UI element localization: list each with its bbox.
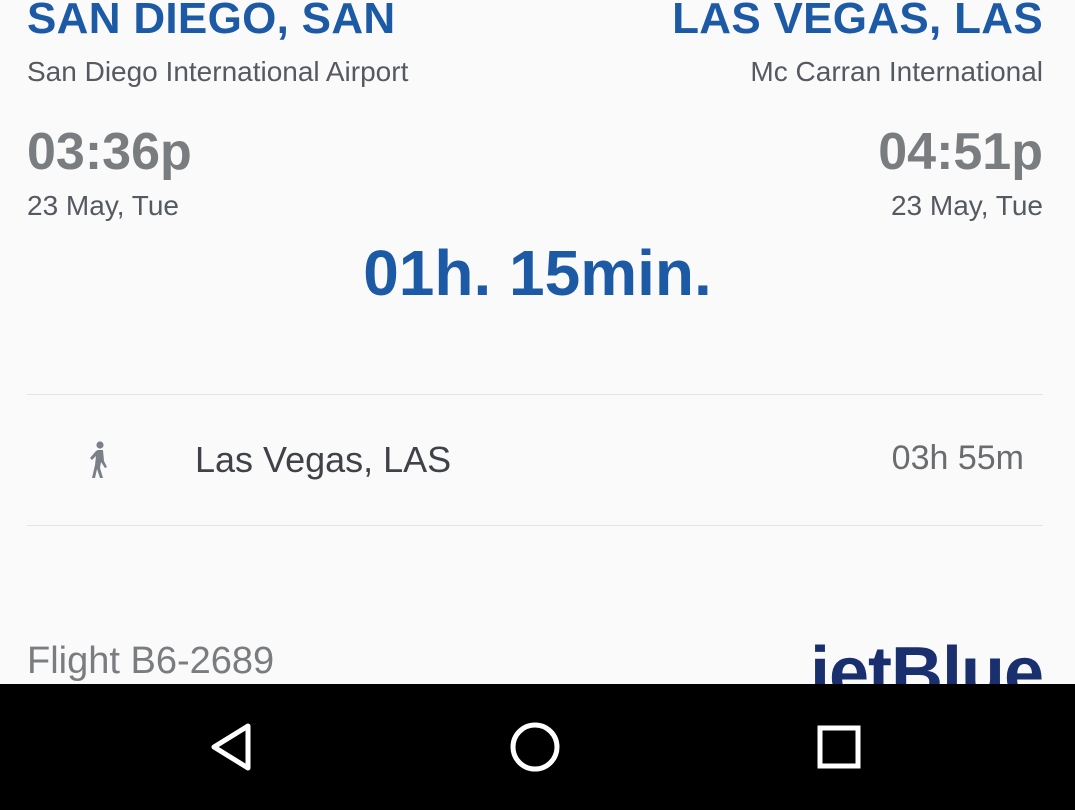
layover-city: Las Vegas, LAS	[195, 439, 452, 480]
layover-row[interactable]: Las Vegas, LAS 03h 55m	[27, 395, 1043, 525]
flight-duration: 01h. 15min.	[363, 237, 712, 309]
departure-time: 03:36p	[27, 123, 192, 181]
airline-logo: jetBlue	[809, 633, 1044, 684]
walking-person-icon	[85, 441, 113, 479]
departure-date: 23 May, Tue	[27, 190, 180, 221]
arrival-time: 04:51p	[878, 123, 1043, 181]
flight-details-content: SAN DIEGO, SAN LAS VEGAS, LAS San Diego …	[0, 0, 1075, 684]
destination-airport: Mc Carran International	[750, 56, 1043, 87]
divider	[27, 525, 1043, 526]
origin-airport: San Diego International Airport	[27, 56, 409, 87]
destination-city: LAS VEGAS, LAS	[672, 0, 1043, 43]
recents-square-icon[interactable]	[804, 714, 874, 780]
origin-city: SAN DIEGO, SAN	[27, 0, 396, 43]
flight-details-screen: SAN DIEGO, SAN LAS VEGAS, LAS San Diego …	[0, 0, 1075, 810]
back-triangle-icon[interactable]	[198, 714, 268, 780]
home-circle-icon[interactable]	[500, 714, 570, 780]
system-navigation-bar	[0, 684, 1075, 810]
layover-duration: 03h 55m	[891, 439, 1024, 477]
flight-number: Flight B6-2689	[27, 640, 275, 682]
arrival-date: 23 May, Tue	[890, 190, 1043, 221]
